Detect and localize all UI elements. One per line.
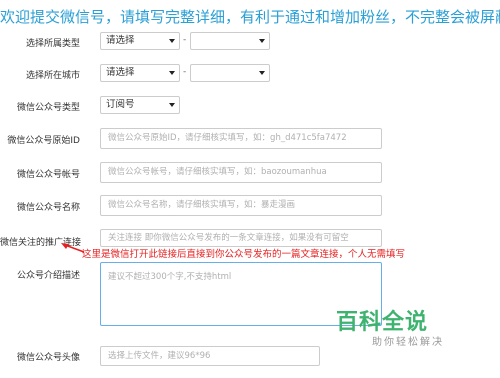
original-id-input[interactable]: 微信公众号原始ID，请仔细核实填写，如：gh_d471c5fa7472 bbox=[100, 128, 382, 149]
city-dash: - bbox=[183, 67, 187, 77]
category-select-primary[interactable]: 请选择 bbox=[100, 32, 180, 50]
chevron-down-icon bbox=[259, 71, 265, 75]
annotation-text: 这里是微信打开此链接后直接到你公众号发布的一篇文章连接，个人无需填写 bbox=[82, 249, 406, 260]
category-select-primary-value: 请选择 bbox=[106, 35, 135, 46]
city-select-primary-value: 请选择 bbox=[106, 67, 135, 78]
category-select-secondary[interactable] bbox=[190, 32, 270, 50]
watermark-title: 百科全说 bbox=[336, 310, 429, 335]
page-banner: 欢迎提交微信号，请填写完整详细，有利于通过和增加粉丝，不完整会被屏蔽！ bbox=[0, 8, 500, 26]
avatar-file-input[interactable]: 选择上传文件，建议96*96 bbox=[100, 346, 320, 366]
account-label: 微信公众号帐号 bbox=[16, 170, 80, 180]
account-type-select[interactable]: 订阅号 bbox=[100, 96, 180, 114]
name-label: 微信公众号名称 bbox=[16, 203, 80, 213]
chevron-down-icon bbox=[169, 71, 175, 75]
avatar-label: 微信公众号头像 bbox=[16, 353, 80, 363]
category-dash: - bbox=[183, 35, 187, 45]
city-select-primary[interactable]: 请选择 bbox=[100, 64, 180, 82]
intro-label: 公众号介绍描述 bbox=[16, 271, 80, 281]
city-select-secondary[interactable] bbox=[190, 64, 270, 82]
follow-link-input[interactable]: 关注连接 即你微信公众号发布的一条文章连接，如果没有可留空 bbox=[100, 229, 382, 247]
chevron-down-icon bbox=[169, 39, 175, 43]
chevron-down-icon bbox=[169, 103, 175, 107]
name-input[interactable]: 微信公众号名称，请仔细核实填写，如：暴走漫画 bbox=[100, 195, 382, 216]
original-id-label: 微信公众号原始ID bbox=[7, 136, 80, 146]
city-label: 选择所在城市 bbox=[25, 71, 80, 81]
account-type-value: 订阅号 bbox=[106, 99, 135, 110]
account-input[interactable]: 微信公众号帐号，请仔细核实填写，如：baozoumanhua bbox=[100, 162, 382, 183]
chevron-down-icon bbox=[259, 39, 265, 43]
category-label: 选择所属类型 bbox=[25, 39, 80, 49]
account-type-label: 微信公众号类型 bbox=[16, 103, 80, 113]
watermark-subtitle: 助你轻松解决 bbox=[372, 337, 444, 348]
